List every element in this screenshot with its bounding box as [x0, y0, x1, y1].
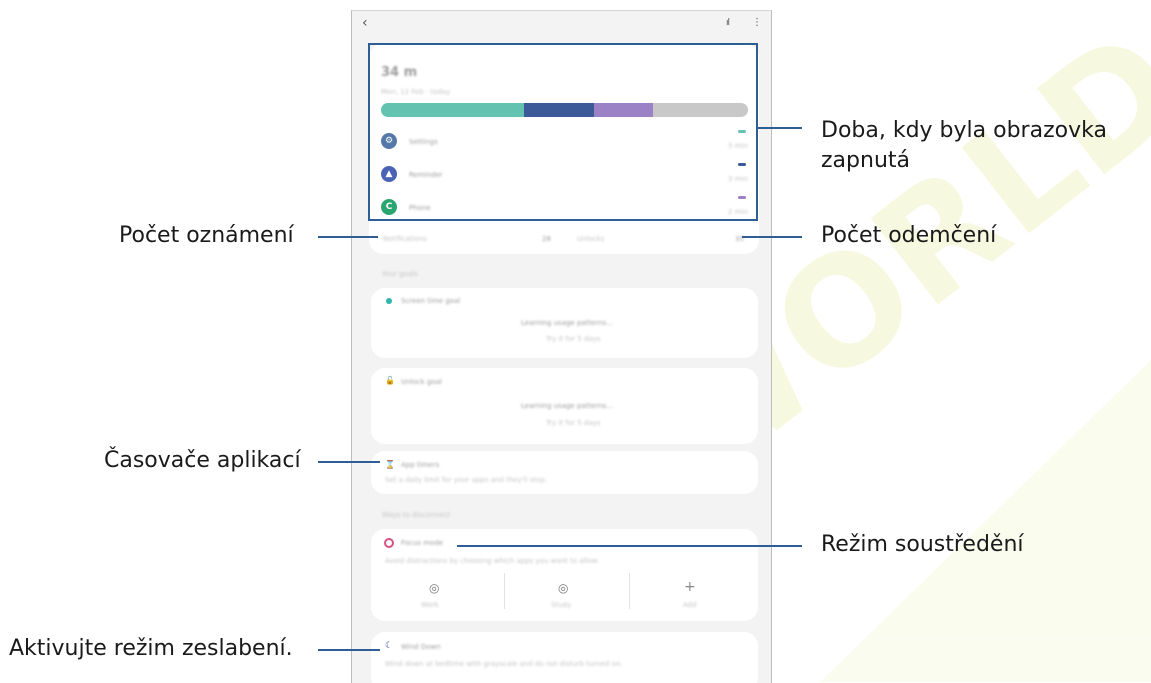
callout-line-focus-mode — [457, 545, 802, 547]
unlocks-label: Unlocks — [577, 235, 605, 243]
add-icon[interactable]: + — [684, 579, 696, 595]
focus-desc-blurred: Avoid distractions by choosing which app… — [385, 557, 600, 565]
hourglass-icon: ⌛ — [385, 460, 395, 469]
goal-title-blurred: Unlock goal — [401, 378, 442, 386]
wind-down-desc-blurred: Wind down at bedtime with grayscale and … — [385, 660, 623, 668]
top-bar: ‹ ıl ⋮ — [352, 11, 771, 39]
focus-icon — [384, 538, 394, 548]
unlock-goal-card[interactable]: 🔓 Unlock goal Learning usage patterns...… — [371, 368, 758, 444]
wind-down-title-blurred: Wind Down — [401, 643, 441, 651]
callout-app-timers: Časovače aplikací — [104, 448, 301, 473]
timers-title-blurred: App timers — [401, 461, 440, 469]
clock-icon — [386, 298, 392, 304]
callout-notifications: Počet oznámení — [119, 223, 294, 248]
back-arrow-icon[interactable]: ‹ — [362, 15, 368, 31]
goal-sub-blurred: Try it for 5 days — [546, 335, 601, 343]
goal-sub-blurred: Try it for 5 days — [546, 419, 601, 427]
callout-screen-time-line2: zapnutá — [821, 148, 910, 173]
notifications-label: Notifications — [383, 235, 427, 243]
callout-unlocks: Počet odemčení — [821, 223, 997, 248]
focus-mode-icon[interactable]: ◎ — [429, 581, 439, 595]
callout-line-app-timers — [318, 461, 380, 463]
divider — [629, 573, 630, 609]
callout-line-unlocks — [742, 236, 802, 238]
moon-icon: ☾ — [385, 641, 394, 651]
focus-title-blurred: Focus mode — [401, 539, 444, 547]
your-goals-heading: Your goals — [382, 270, 418, 278]
goal-status-blurred: Learning usage patterns... — [521, 319, 614, 327]
focus-mode-card[interactable]: Focus mode Avoid distractions by choosin… — [371, 529, 758, 621]
focus-action-label-blurred: Work — [421, 601, 439, 609]
timers-desc-blurred: Set a daily limit for your apps and they… — [385, 476, 548, 484]
focus-action-label-blurred: Study — [551, 601, 572, 609]
callout-wind-down: Aktivujte režim zeslabení. — [9, 636, 293, 661]
wind-down-card[interactable]: ☾ Wind Down Wind down at bedtime with gr… — [371, 632, 758, 683]
screen-time-highlight — [368, 43, 758, 221]
callout-line-wind-down — [318, 649, 380, 651]
callout-line-notifications — [318, 236, 378, 238]
callout-screen-time: Doba, kdy byla obrazovka zapnutá — [821, 116, 1107, 176]
more-options-icon[interactable]: ⋮ — [752, 17, 762, 28]
notifications-count: 28 — [542, 235, 551, 243]
focus-mode-icon[interactable]: ◎ — [558, 581, 568, 595]
screen-time-goal-card[interactable]: Screen time goal Learning usage patterns… — [371, 288, 758, 358]
goal-status-blurred: Learning usage patterns... — [521, 402, 614, 410]
bar-chart-icon[interactable]: ıl — [726, 18, 730, 28]
focus-action-label-blurred: Add — [683, 601, 697, 609]
lock-icon: 🔓 — [385, 376, 395, 385]
divider — [504, 573, 505, 609]
ways-to-disconnect-heading: Ways to disconnect — [382, 511, 450, 519]
goal-title-blurred: Screen time goal — [401, 297, 461, 305]
app-timers-card[interactable]: ⌛ App timers Set a daily limit for your … — [371, 451, 758, 494]
callout-focus-mode: Režim soustředění — [821, 532, 1024, 557]
callout-screen-time-line1: Doba, kdy byla obrazovka — [821, 118, 1107, 143]
callout-line-screen-time — [756, 127, 802, 129]
